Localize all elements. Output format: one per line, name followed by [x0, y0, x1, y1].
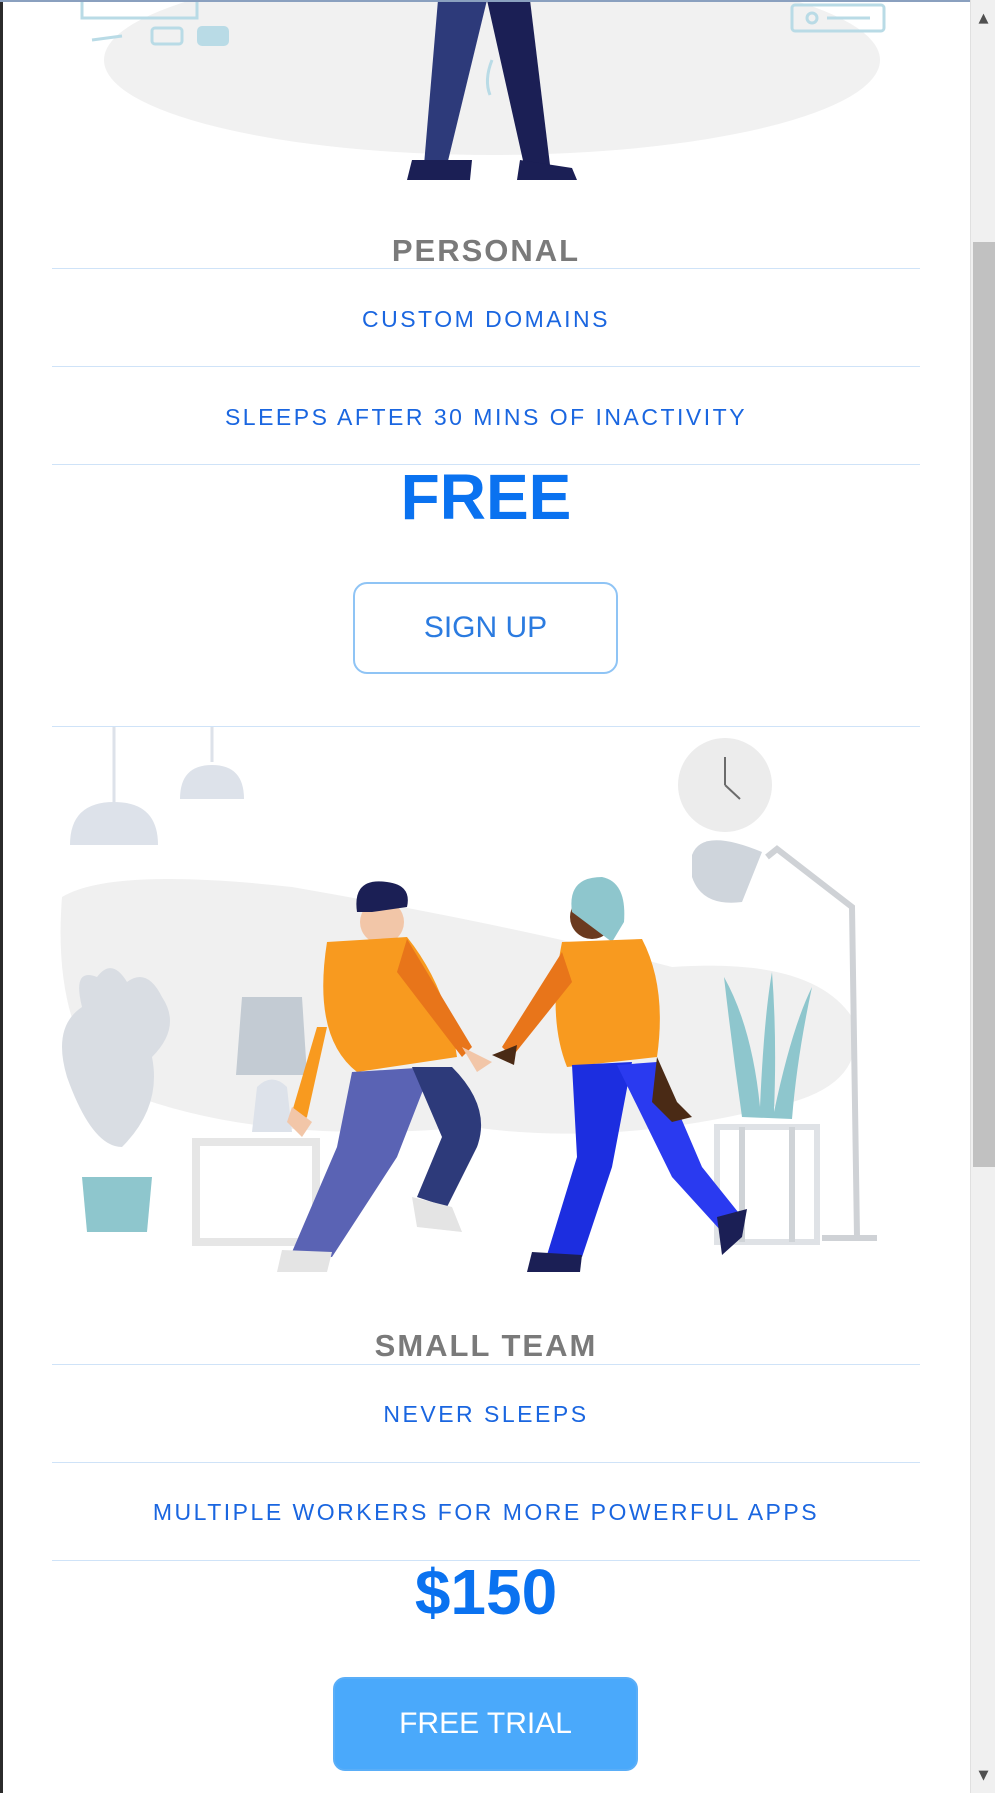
- sign-up-button[interactable]: SIGN UP: [353, 582, 618, 674]
- price-small-team: $150: [414, 1556, 558, 1628]
- price-personal: FREE: [400, 461, 572, 533]
- free-trial-button[interactable]: FREE TRIAL: [333, 1677, 638, 1771]
- personal-plan-illustration: [52, 0, 920, 182]
- scroll-down-icon[interactable]: ▼: [971, 1765, 995, 1787]
- divider: [52, 1364, 920, 1365]
- divider: [52, 366, 920, 367]
- divider: [52, 268, 920, 269]
- small-team-illustration: [52, 727, 920, 1282]
- feature-never-sleeps: NEVER SLEEPS: [383, 1401, 589, 1427]
- vertical-scrollbar[interactable]: ▲ ▼: [970, 0, 995, 1793]
- plan-title-small-team: SMALL TEAM: [374, 1328, 598, 1363]
- feature-multiple-workers: MULTIPLE WORKERS FOR MORE POWERFUL APPS: [152, 1499, 820, 1525]
- browser-viewport: PERSONAL CUSTOM DOMAINS SLEEPS AFTER 30 …: [0, 0, 995, 1793]
- feature-custom-domains: CUSTOM DOMAINS: [362, 306, 610, 332]
- plan-title-personal: PERSONAL: [391, 233, 581, 268]
- scroll-up-icon[interactable]: ▲: [971, 8, 995, 30]
- scrollbar-thumb[interactable]: [973, 242, 995, 1167]
- window-top-border: [0, 0, 970, 2]
- window-left-border: [0, 0, 3, 1793]
- divider: [52, 1462, 920, 1463]
- feature-sleeps-after-inactivity: SLEEPS AFTER 30 MINS OF INACTIVITY: [224, 404, 748, 430]
- pricing-page: PERSONAL CUSTOM DOMAINS SLEEPS AFTER 30 …: [0, 0, 970, 1793]
